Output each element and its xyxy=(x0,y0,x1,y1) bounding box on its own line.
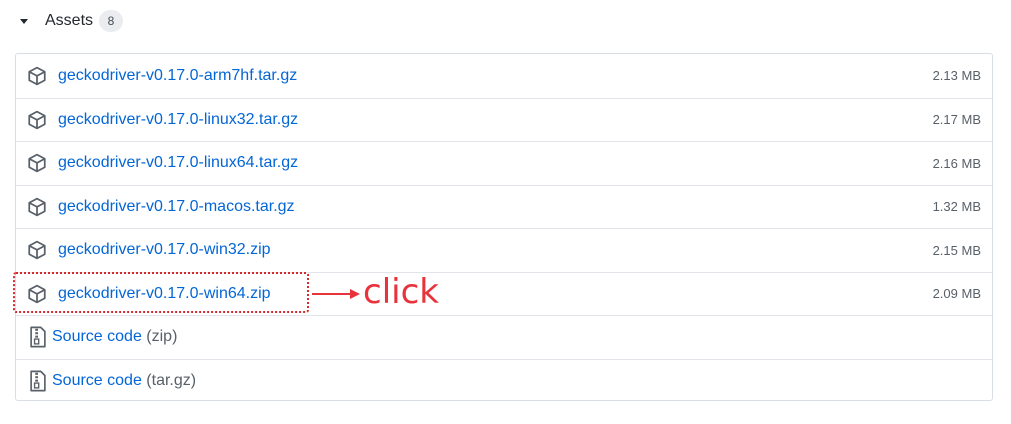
source-code-label: Source code xyxy=(52,371,142,389)
package-icon xyxy=(28,66,46,85)
arrow-right-icon xyxy=(350,289,360,299)
asset-link-arm7hf[interactable]: geckodriver-v0.17.0-arm7hf.tar.gz xyxy=(58,67,297,85)
package-icon xyxy=(28,284,46,303)
asset-size: 1.32 MB xyxy=(932,199,981,215)
asset-link-linux32[interactable]: geckodriver-v0.17.0-linux32.tar.gz xyxy=(58,111,298,129)
asset-row: geckodriver-v0.17.0-win64.zip 2.09 MB xyxy=(16,271,992,316)
source-code-label: Source code xyxy=(52,328,142,346)
assets-count-badge: 8 xyxy=(99,10,124,32)
triangle-down-icon xyxy=(20,18,28,24)
package-icon xyxy=(28,197,46,216)
source-row: Source code (zip) xyxy=(16,315,992,359)
source-row: Source code (tar.gz) xyxy=(16,358,992,403)
annotation-label: click xyxy=(363,272,439,312)
asset-size: 2.15 MB xyxy=(932,242,981,258)
asset-link-win32[interactable]: geckodriver-v0.17.0-win32.zip xyxy=(58,241,271,259)
assets-toggle[interactable]: Assets 8 xyxy=(20,8,124,34)
asset-row: geckodriver-v0.17.0-arm7hf.tar.gz 2.13 M… xyxy=(16,54,992,98)
package-icon xyxy=(28,110,46,129)
assets-title: Assets xyxy=(45,12,94,29)
asset-row: geckodriver-v0.17.0-win32.zip 2.15 MB xyxy=(16,228,992,272)
package-icon xyxy=(28,154,46,173)
asset-link-linux64[interactable]: geckodriver-v0.17.0-linux64.tar.gz xyxy=(58,154,298,172)
assets-list: geckodriver-v0.17.0-arm7hf.tar.gz 2.13 M… xyxy=(15,53,993,401)
asset-link-win64[interactable]: geckodriver-v0.17.0-win64.zip xyxy=(58,285,271,303)
source-code-ext: (zip) xyxy=(146,328,178,346)
file-zip-icon xyxy=(30,326,46,348)
asset-size: 2.16 MB xyxy=(932,155,981,171)
asset-row: geckodriver-v0.17.0-linux32.tar.gz 2.17 … xyxy=(16,97,992,142)
file-zip-icon xyxy=(30,370,46,392)
package-icon xyxy=(28,241,46,260)
source-code-zip-link[interactable]: Source code (zip) xyxy=(52,328,177,346)
asset-row: geckodriver-v0.17.0-linux64.tar.gz 2.16 … xyxy=(16,141,992,185)
asset-size: 2.09 MB xyxy=(932,286,981,302)
source-code-ext: (tar.gz) xyxy=(146,371,197,389)
asset-link-macos[interactable]: geckodriver-v0.17.0-macos.tar.gz xyxy=(58,198,295,216)
asset-size: 2.17 MB xyxy=(932,112,981,128)
asset-row: geckodriver-v0.17.0-macos.tar.gz 1.32 MB xyxy=(16,184,992,229)
source-code-targz-link[interactable]: Source code (tar.gz) xyxy=(52,372,196,390)
asset-size: 2.13 MB xyxy=(932,68,981,84)
